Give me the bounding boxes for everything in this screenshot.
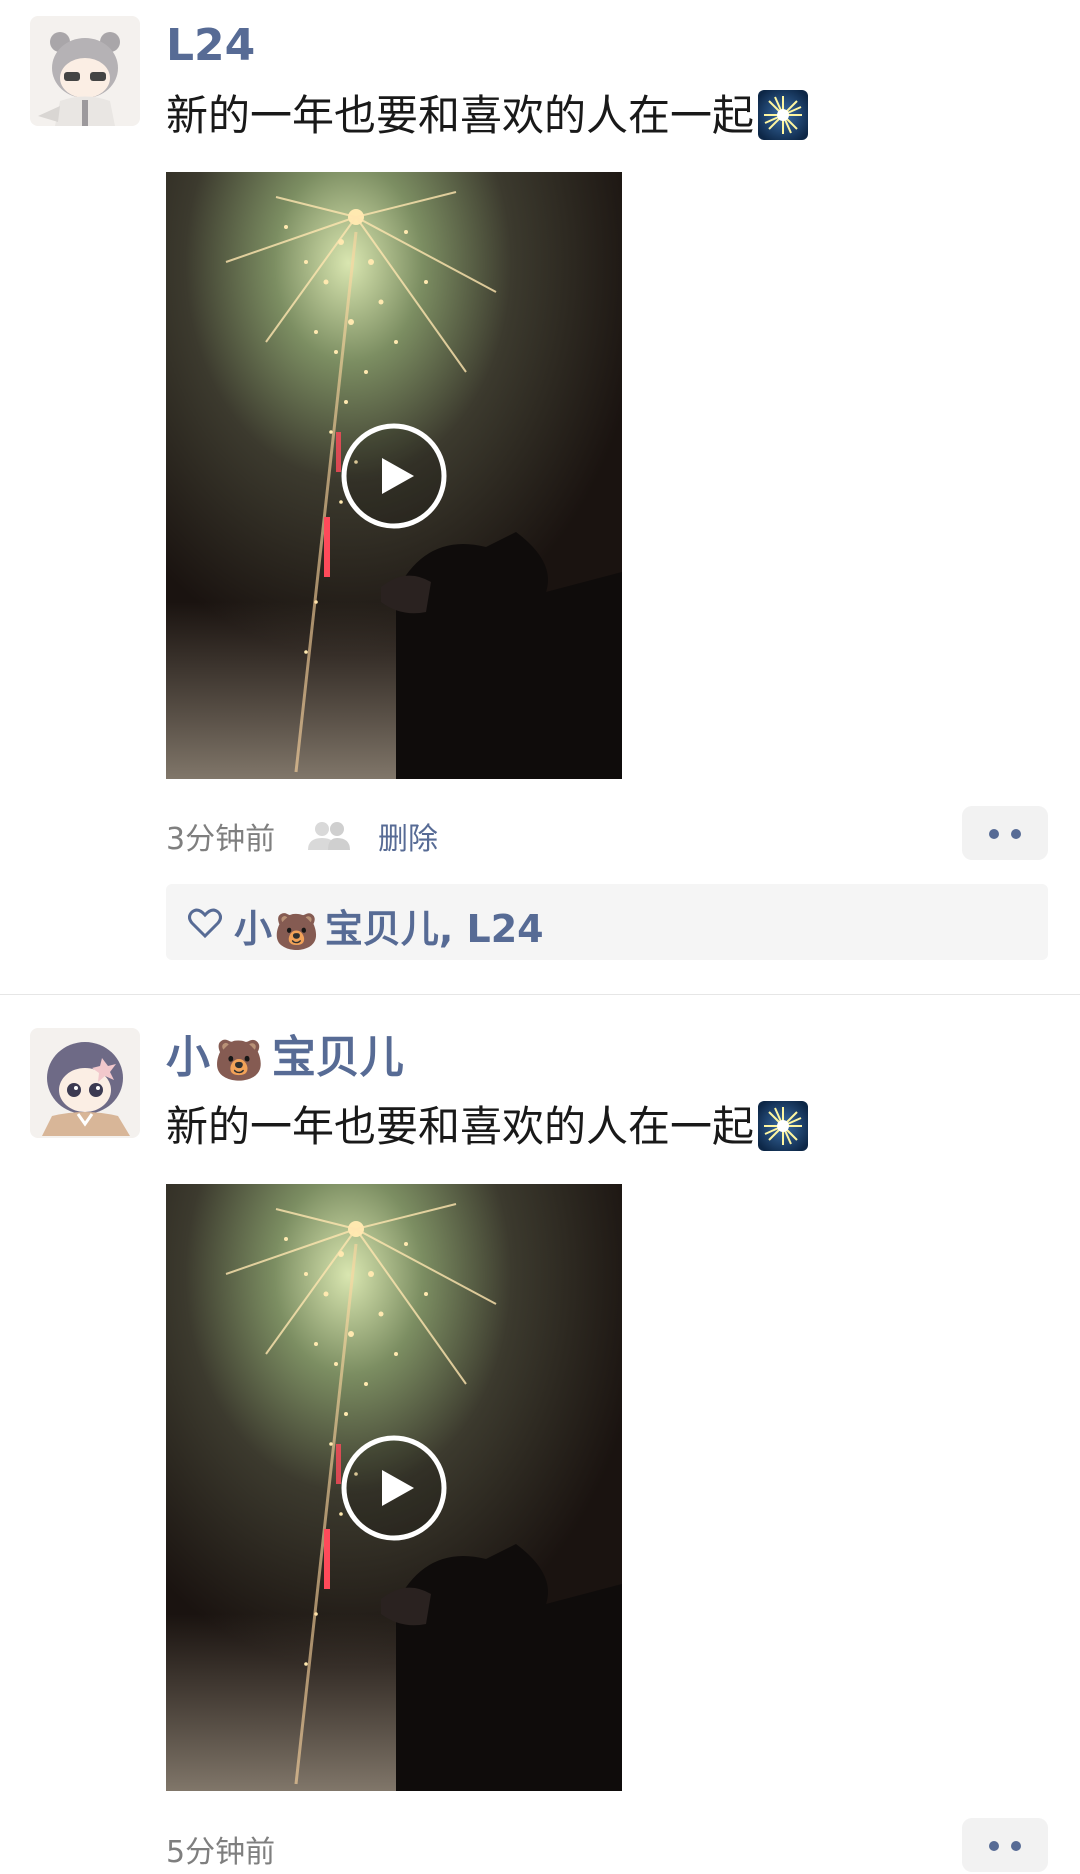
sparkler-icon [758,90,809,140]
play-button[interactable] [340,1434,448,1542]
sparkler-icon [758,1101,809,1151]
post-text: 新的一年也要和喜欢的人在一起 [166,1101,809,1152]
friends-visibility-icon[interactable] [308,820,350,850]
heart-icon [188,907,222,939]
author-name[interactable]: L24 [166,21,255,70]
post-text-content: 新的一年也要和喜欢的人在一起 [166,1102,755,1151]
like-user-2[interactable]: L24 [467,907,544,951]
bear-icon: 🐻 [214,1038,264,1084]
post-time: 5分钟前 [166,1835,276,1870]
more-options-button[interactable] [962,1818,1048,1872]
avatar[interactable] [30,16,140,126]
delete-button[interactable]: 删除 [378,814,438,858]
video-thumbnail[interactable] [166,172,622,779]
author-name[interactable]: 小 🐻 宝贝儿 [166,1033,404,1084]
likes-box: 小🐻 宝贝儿, L24 [166,884,1048,960]
bear-icon: 🐻 [274,912,319,953]
post-time: 3分钟前 [166,822,276,857]
video-thumbnail[interactable] [166,1184,622,1791]
post-text-content: 新的一年也要和喜欢的人在一起 [166,91,755,140]
play-button[interactable] [340,422,448,530]
likes-names: 小🐻 宝贝儿, L24 [234,907,544,953]
avatar[interactable] [30,1028,140,1138]
post-text: 新的一年也要和喜欢的人在一起 [166,90,809,141]
more-options-button[interactable] [962,806,1048,860]
like-user-1[interactable]: 小🐻 宝贝儿 [234,907,439,953]
post-divider [0,994,1080,995]
